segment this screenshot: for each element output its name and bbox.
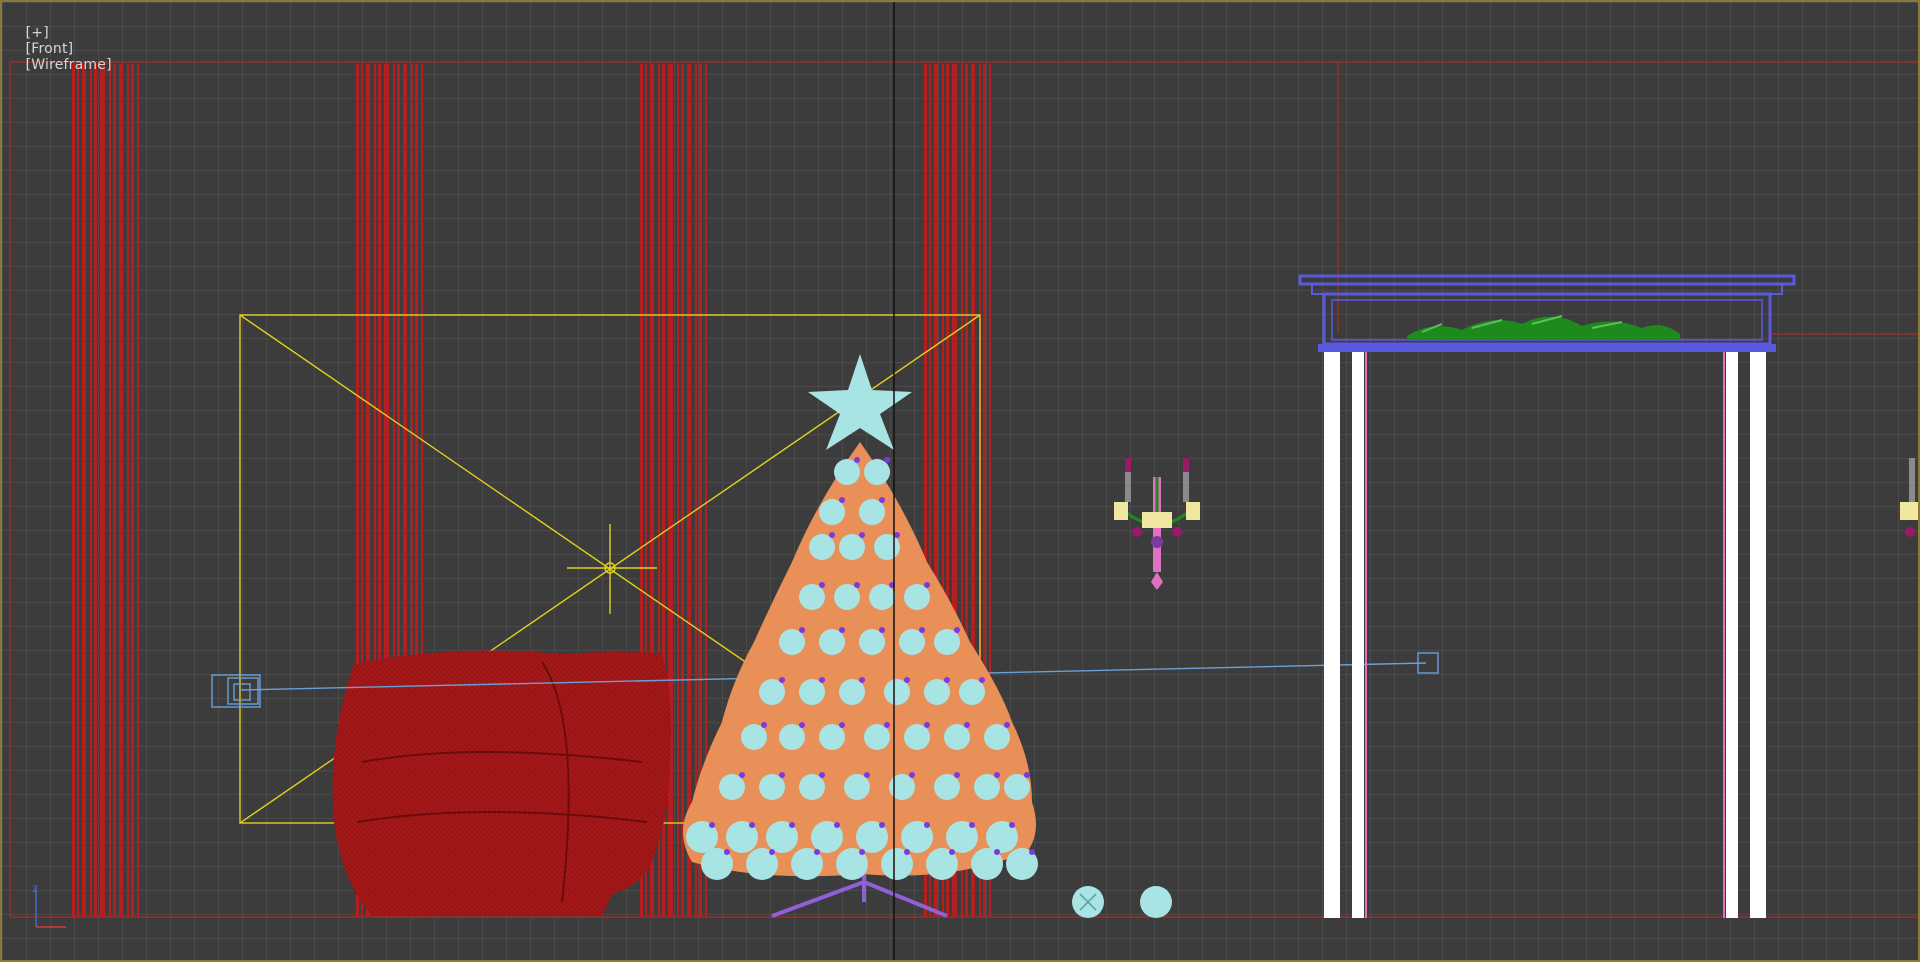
tree-ornament (884, 679, 910, 705)
tree-light (924, 722, 930, 728)
tree-ornament (819, 724, 845, 750)
tree-light (904, 849, 910, 855)
tree-light (879, 822, 885, 828)
tree-ornament (899, 629, 925, 655)
tree-ornament (889, 774, 915, 800)
tree-ornament (834, 584, 860, 610)
armchair[interactable] (332, 650, 671, 916)
tree-ornament (874, 534, 900, 560)
tree-light (839, 497, 845, 503)
tree-light (879, 627, 885, 633)
tree-ornament (984, 724, 1010, 750)
viewport-canvas[interactable]: Z (2, 2, 1918, 960)
tree-light (829, 532, 835, 538)
tree-light (879, 497, 885, 503)
tree-ornament (799, 679, 825, 705)
tree-light (949, 849, 955, 855)
tree-light (964, 722, 970, 728)
tree-light (814, 849, 820, 855)
tree-light (919, 627, 925, 633)
tree-light (819, 677, 825, 683)
tree-ornament (819, 629, 845, 655)
tree-ornament (1004, 774, 1030, 800)
tree-ornament (924, 679, 950, 705)
tree-light (859, 849, 865, 855)
tree-ornament (839, 534, 865, 560)
tree-light (1029, 849, 1035, 855)
tree-light (839, 627, 845, 633)
tree-ornament (844, 774, 870, 800)
tree-ornament (799, 584, 825, 610)
tree-ornament (719, 774, 745, 800)
tree-light (789, 822, 795, 828)
tree-ornament (904, 584, 930, 610)
tree-light (1024, 772, 1030, 778)
tree-light (709, 822, 715, 828)
tree-ornament (759, 679, 785, 705)
tree-ornament (859, 629, 885, 655)
tree-ornament (819, 499, 845, 525)
tree-light (799, 722, 805, 728)
tree-ornament (934, 774, 960, 800)
tree-light (969, 822, 975, 828)
tree-light (884, 457, 890, 463)
tree-light (819, 772, 825, 778)
tree-light (761, 722, 767, 728)
tree-light (769, 849, 775, 855)
tree-ornament (799, 774, 825, 800)
tree-light (994, 772, 1000, 778)
tree-ornament (934, 629, 960, 655)
tree-light (834, 822, 840, 828)
tree-light (979, 677, 985, 683)
tree-ornament (759, 774, 785, 800)
tree-ornament (839, 679, 865, 705)
viewport-label[interactable]: [+] [Front] [Wireframe] (7, 9, 112, 89)
tree-ornament (779, 724, 805, 750)
tree-light (854, 582, 860, 588)
tree-light (819, 582, 825, 588)
tree-ornament (834, 459, 860, 485)
svg-text:Z: Z (32, 885, 38, 895)
tree-light (799, 627, 805, 633)
tree-ornament (864, 459, 890, 485)
tree-ornament (869, 584, 895, 610)
tree-light (909, 772, 915, 778)
tree-light (779, 677, 785, 683)
tree-light (859, 532, 865, 538)
tree-ornament (864, 724, 890, 750)
tree-light (724, 849, 730, 855)
tree-ornament (974, 774, 1000, 800)
tree-light (839, 722, 845, 728)
viewport-menu-plus[interactable]: [+] (26, 25, 49, 41)
tree-light (954, 627, 960, 633)
tree-ornament (741, 724, 767, 750)
tree-light (944, 677, 950, 683)
viewport-shading-menu[interactable]: [Wireframe] (26, 57, 112, 73)
tree-light (854, 457, 860, 463)
tree-light (739, 772, 745, 778)
tree-ornament (959, 679, 985, 705)
tree-light (884, 722, 890, 728)
tree-light (864, 772, 870, 778)
front-viewport[interactable]: Z [+] [Front] [Wireframe] (0, 0, 1920, 962)
tree-ornament (779, 629, 805, 655)
tree-light (954, 772, 960, 778)
tree-ornament (859, 499, 885, 525)
tree-light (894, 532, 900, 538)
tree-light (994, 849, 1000, 855)
tree-light (749, 822, 755, 828)
tree-light (779, 772, 785, 778)
tree-light (859, 677, 865, 683)
tree-ornament (904, 724, 930, 750)
tree-ornament (944, 724, 970, 750)
tree-light (924, 582, 930, 588)
tree-light (1009, 822, 1015, 828)
tree-light (1004, 722, 1010, 728)
tree-light (924, 822, 930, 828)
tree-ornament (809, 534, 835, 560)
viewport-view-menu[interactable]: [Front] (26, 41, 74, 57)
tree-light (904, 677, 910, 683)
